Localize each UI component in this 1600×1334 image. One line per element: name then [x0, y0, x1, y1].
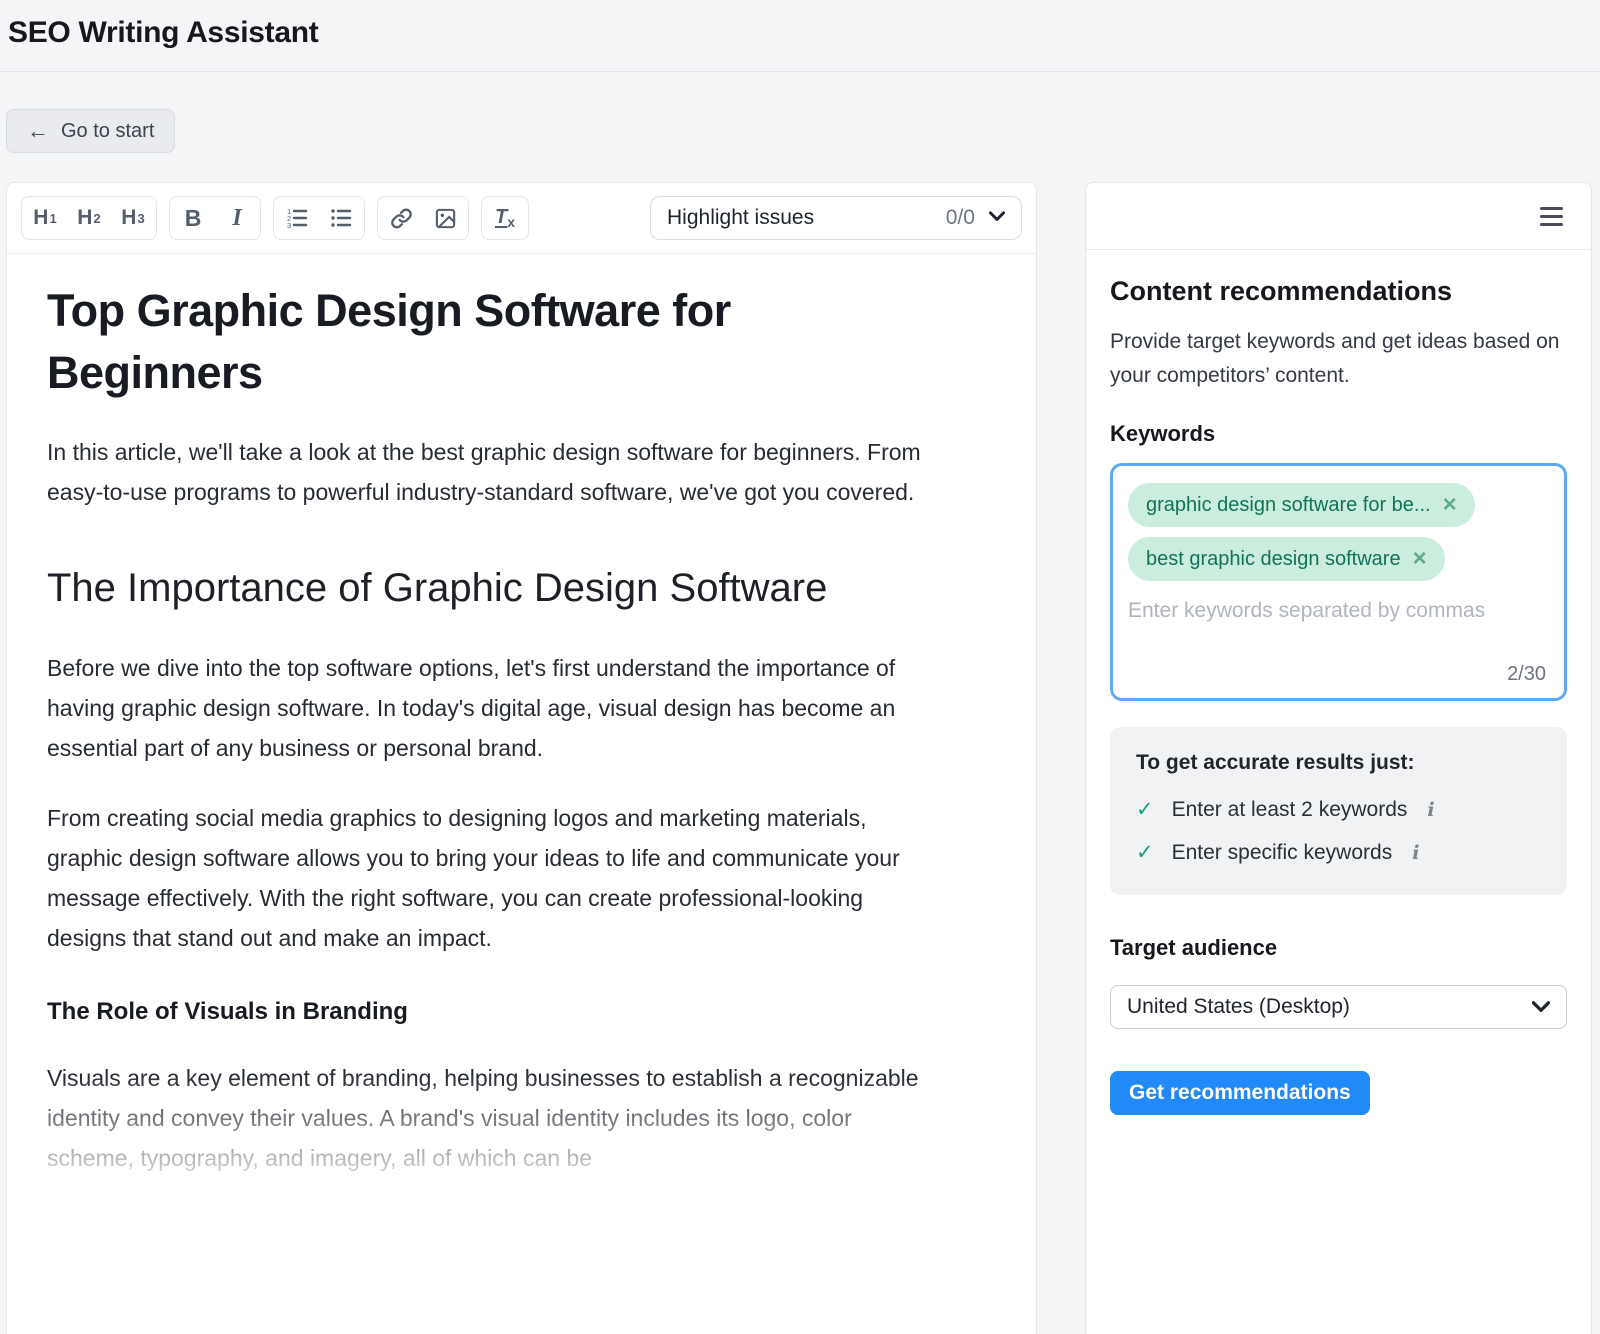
tip-item: ✓ Enter at least 2 keywords i: [1136, 797, 1541, 822]
document-editor[interactable]: Top Graphic Design Software for Beginner…: [7, 254, 1036, 1178]
highlight-issues-dropdown[interactable]: Highlight issues 0/0: [650, 196, 1022, 240]
keyword-tag-label: best graphic design software: [1146, 548, 1401, 571]
image-icon: [434, 207, 457, 230]
info-icon[interactable]: i: [1412, 842, 1419, 864]
app-header: SEO Writing Assistant: [0, 0, 1600, 72]
document-paragraph: From creating social media graphics to d…: [47, 798, 924, 958]
document-h2: The Importance of Graphic Design Softwar…: [47, 556, 924, 620]
tip-label: Enter specific keywords: [1172, 841, 1393, 865]
issues-count: 0/0: [946, 206, 975, 230]
chevron-down-icon: [975, 209, 1005, 227]
text-style-group: B I: [169, 196, 261, 240]
menu-icon[interactable]: [1536, 203, 1567, 230]
unordered-list-button[interactable]: [319, 198, 363, 238]
document-title: Top Graphic Design Software for Beginner…: [47, 280, 924, 404]
panel-body: Content recommendations Provide target k…: [1086, 250, 1591, 1115]
target-audience-select[interactable]: United States (Desktop): [1110, 985, 1567, 1029]
target-audience-value: United States (Desktop): [1127, 995, 1350, 1019]
clear-formatting-icon: Tx: [495, 206, 515, 230]
panel-header: [1086, 183, 1591, 250]
main-layout: H1 H2 H3 B I: [0, 182, 1600, 1334]
list-buttons-group: 1 2 3: [273, 196, 365, 240]
chevron-down-icon: [1532, 995, 1550, 1019]
keywords-input[interactable]: graphic design software for be... × best…: [1110, 463, 1567, 701]
highlight-issues-label: Highlight issues: [667, 206, 814, 230]
document-paragraph: Before we dive into the top software opt…: [47, 648, 924, 768]
h1-button[interactable]: H1: [23, 198, 67, 238]
image-button[interactable]: [423, 198, 467, 238]
check-icon: ✓: [1136, 797, 1154, 822]
keywords-label: Keywords: [1110, 421, 1567, 447]
svg-text:3: 3: [287, 221, 291, 230]
tip-item: ✓ Enter specific keywords i: [1136, 840, 1541, 865]
h3-button[interactable]: H3: [111, 198, 155, 238]
document-paragraph-truncated: Visuals are a key element of branding, h…: [47, 1058, 924, 1178]
subheader: ← Go to start: [0, 72, 1600, 182]
heading-buttons-group: H1 H2 H3: [21, 196, 157, 240]
info-icon[interactable]: i: [1427, 799, 1434, 821]
ordered-list-icon: 1 2 3: [285, 206, 309, 230]
remove-keyword-icon[interactable]: ×: [1413, 547, 1427, 571]
tip-label: Enter at least 2 keywords: [1172, 798, 1408, 822]
tips-title: To get accurate results just:: [1136, 751, 1541, 775]
go-to-start-label: Go to start: [61, 120, 154, 143]
ordered-list-button[interactable]: 1 2 3: [275, 198, 319, 238]
clear-format-group: Tx: [481, 196, 529, 240]
panel-subtitle: Provide target keywords and get ideas ba…: [1110, 325, 1567, 393]
keyword-tag-label: graphic design software for be...: [1146, 494, 1431, 517]
keywords-placeholder: Enter keywords separated by commas: [1128, 599, 1549, 623]
panel-title: Content recommendations: [1110, 276, 1567, 307]
check-icon: ✓: [1136, 840, 1154, 865]
page-title: SEO Writing Assistant: [8, 16, 1600, 50]
bold-button[interactable]: B: [171, 198, 215, 238]
go-to-start-button[interactable]: ← Go to start: [6, 109, 175, 153]
document-paragraph: In this article, we'll take a look at th…: [47, 432, 924, 512]
keyword-tag: best graphic design software ×: [1128, 537, 1445, 581]
remove-keyword-icon[interactable]: ×: [1443, 493, 1457, 517]
unordered-list-icon: [329, 206, 353, 230]
editor-card: H1 H2 H3 B I: [6, 182, 1037, 1334]
keywords-counter: 2/30: [1507, 663, 1546, 686]
tips-box: To get accurate results just: ✓ Enter at…: [1110, 727, 1567, 895]
insert-buttons-group: [377, 196, 469, 240]
link-button[interactable]: [379, 198, 423, 238]
recommendations-panel: Content recommendations Provide target k…: [1085, 182, 1592, 1334]
target-audience-label: Target audience: [1110, 935, 1567, 961]
get-recommendations-button[interactable]: Get recommendations: [1110, 1071, 1370, 1115]
back-arrow-icon: ←: [27, 120, 49, 142]
clear-formatting-button[interactable]: Tx: [483, 198, 527, 238]
keyword-tag: graphic design software for be... ×: [1128, 483, 1475, 527]
link-icon: [390, 207, 413, 230]
document-h3: The Role of Visuals in Branding: [47, 998, 924, 1026]
h2-button[interactable]: H2: [67, 198, 111, 238]
seo-writing-assistant-app: SEO Writing Assistant ← Go to start H1 H…: [0, 0, 1600, 1334]
editor-toolbar: H1 H2 H3 B I: [7, 183, 1036, 254]
italic-button[interactable]: I: [215, 198, 259, 238]
